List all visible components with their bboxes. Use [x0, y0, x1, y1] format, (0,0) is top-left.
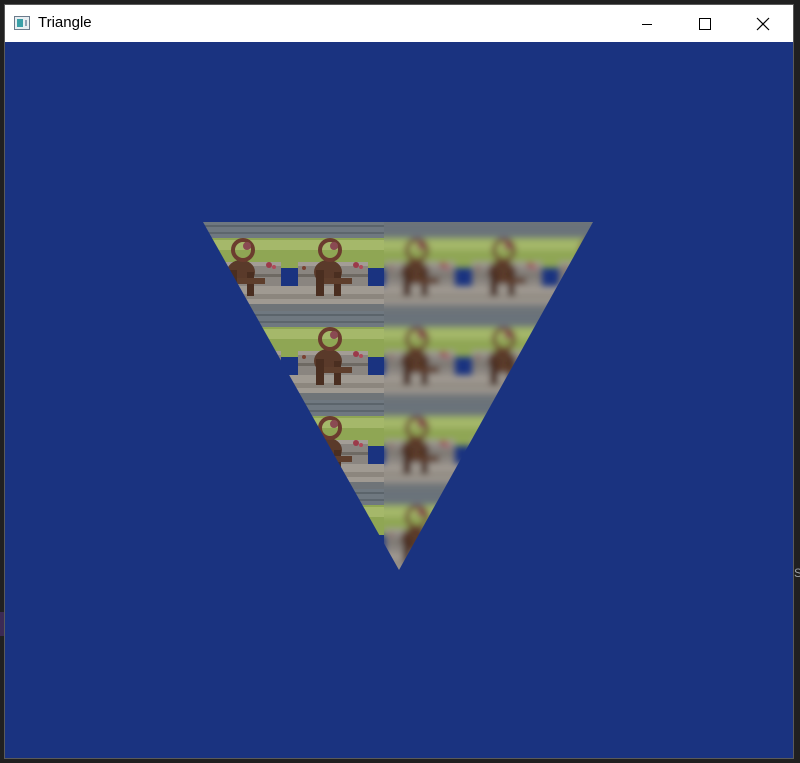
minimize-button[interactable] — [624, 5, 670, 42]
render-viewport[interactable] — [5, 42, 793, 758]
background-window-text: S — [794, 566, 800, 580]
app-window-icon — [14, 16, 30, 30]
close-icon — [756, 17, 770, 30]
maximize-icon — [699, 17, 711, 30]
textured-triangle — [203, 222, 593, 570]
minimize-icon — [642, 23, 652, 25]
close-button[interactable] — [740, 5, 786, 42]
app-window[interactable]: Triangle — [4, 4, 794, 759]
title-bar[interactable]: Triangle — [5, 5, 793, 42]
window-title: Triangle — [38, 14, 92, 31]
maximize-button[interactable] — [682, 5, 728, 42]
